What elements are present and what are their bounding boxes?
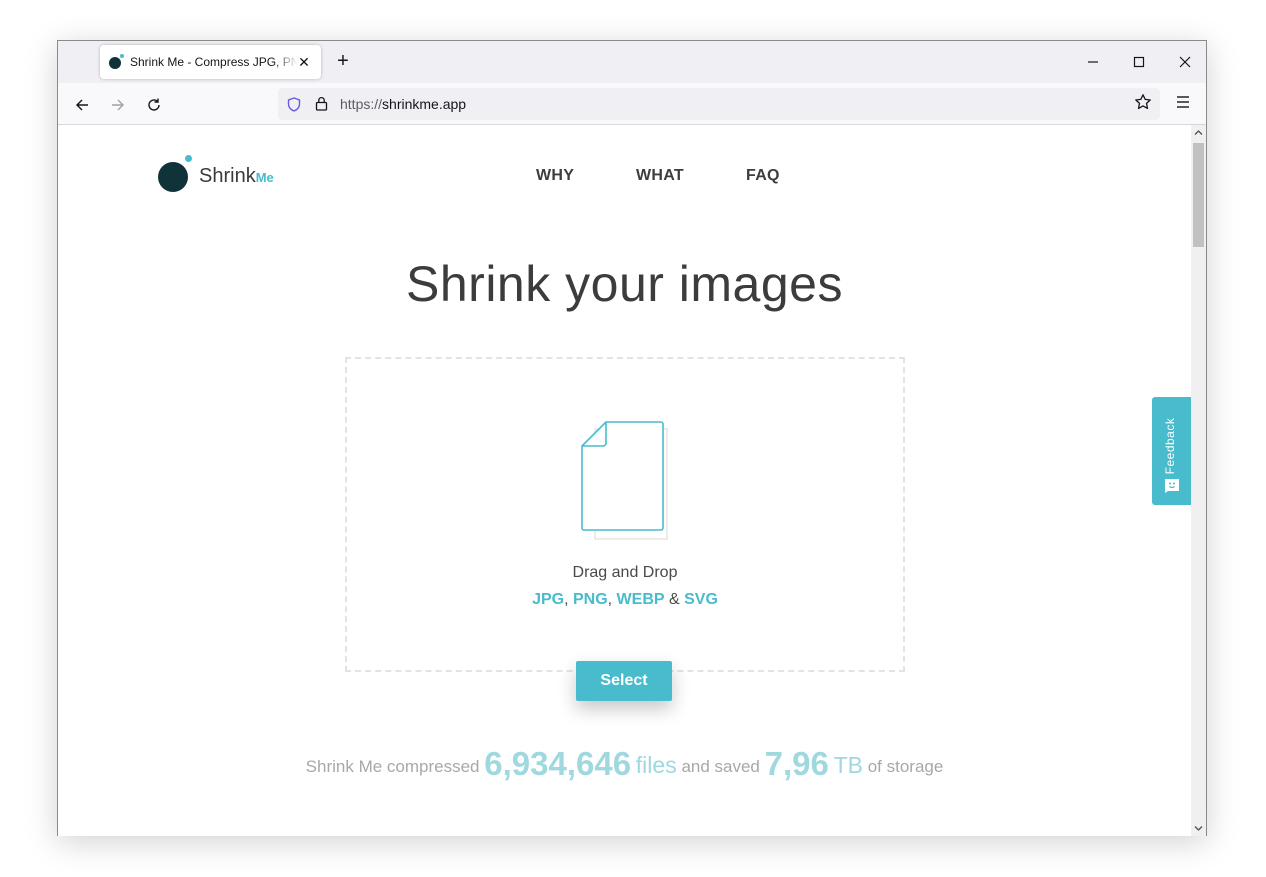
stats-prefix: Shrink Me compressed: [305, 757, 480, 776]
format-webp: WEBP: [616, 591, 665, 608]
tab-strip: Shrink Me - Compress JPG, PNG, WEBP & SV…: [58, 41, 1206, 83]
tab-title: Shrink Me - Compress JPG, PNG, WEBP & SV…: [130, 55, 298, 69]
back-arrow-icon[interactable]: [70, 93, 94, 117]
nav-link-why[interactable]: WHY: [536, 167, 574, 185]
format-png: PNG: [572, 591, 608, 608]
drop-zone[interactable]: Drag and Drop JPG, PNG, WEBP & SVG: [345, 357, 905, 672]
stats-storage-unit: TB: [833, 752, 863, 778]
close-window-icon[interactable]: [1170, 49, 1200, 75]
page-viewport: ShrinkMe WHY WHAT FAQ Shrink your images…: [58, 125, 1191, 836]
maximize-icon[interactable]: [1124, 49, 1154, 75]
file-icon: [581, 421, 668, 540]
stats-files-unit: files: [635, 752, 677, 778]
vertical-scrollbar[interactable]: [1191, 125, 1206, 836]
nav-link-faq[interactable]: FAQ: [746, 167, 780, 185]
logo-accent-dot: [185, 155, 192, 162]
scroll-down-icon[interactable]: [1191, 821, 1206, 836]
tab-shrinkme[interactable]: Shrink Me - Compress JPG, PNG, WEBP & SV…: [100, 45, 321, 79]
hamburger-menu-icon[interactable]: [1175, 95, 1191, 109]
format-separator: ,: [564, 591, 573, 608]
browser-window: Shrink Me - Compress JPG, PNG, WEBP & SV…: [57, 40, 1207, 836]
select-button[interactable]: Select: [576, 661, 672, 701]
format-svg: SVG: [684, 591, 718, 608]
stats-files-count: 6,934,646: [484, 745, 632, 782]
nav-link-what[interactable]: WHAT: [636, 167, 684, 185]
format-separator: &: [664, 591, 685, 608]
minimize-icon[interactable]: [1078, 49, 1108, 75]
logo-dot: [158, 162, 188, 192]
logo-suffix: Me: [255, 170, 274, 185]
forward-arrow-icon[interactable]: [106, 93, 130, 117]
shield-icon[interactable]: [287, 97, 301, 112]
scroll-up-icon[interactable]: [1191, 125, 1206, 140]
compression-stats: Shrink Me compressed 6,934,646 files and…: [58, 745, 1191, 783]
logo-word: Shrink: [199, 165, 256, 187]
smiley-icon: [1165, 479, 1179, 493]
format-jpg: JPG: [532, 591, 565, 608]
format-separator: ,: [607, 591, 617, 608]
url-bar[interactable]: https://shrinkme.app: [278, 88, 1160, 120]
logo-text: ShrinkMe: [199, 165, 274, 188]
supported-formats: JPG, PNG, WEBP & SVG: [347, 591, 903, 609]
star-icon[interactable]: [1134, 93, 1152, 111]
drop-label: Drag and Drop: [572, 564, 678, 581]
url-text[interactable]: https://shrinkme.app: [340, 96, 466, 112]
hero-title: Shrink your images: [406, 256, 843, 312]
stats-suffix: of storage: [867, 757, 944, 776]
url-protocol: https://: [340, 96, 383, 112]
url-host: shrinkme.app: [382, 96, 467, 112]
lock-icon[interactable]: [315, 96, 328, 111]
feedback-tab[interactable]: Feedback: [1152, 397, 1191, 505]
new-tab-plus-icon[interactable]: +: [332, 50, 354, 72]
stats-storage-amount: 7,96: [764, 745, 829, 782]
shrinkme-favicon-icon: [109, 54, 124, 69]
close-icon[interactable]: ✕: [295, 53, 313, 71]
reload-icon[interactable]: [142, 93, 166, 117]
scroll-thumb[interactable]: [1193, 143, 1204, 247]
nav-toolbar: https://shrinkme.app: [58, 83, 1206, 125]
stats-middle: and saved: [681, 757, 760, 776]
